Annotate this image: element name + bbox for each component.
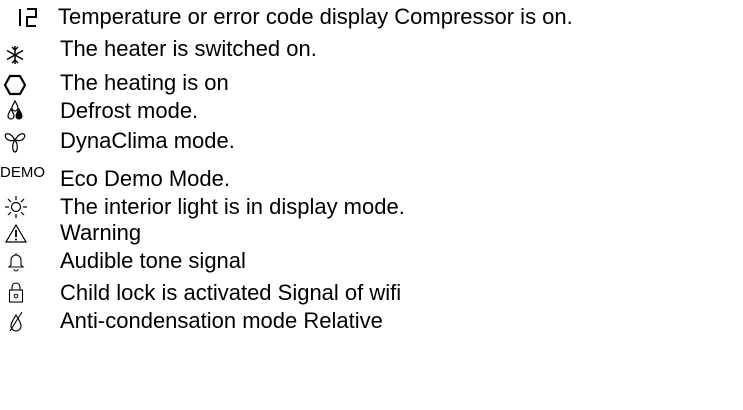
legend-text: DynaClima mode. (60, 128, 235, 153)
legend-text: Audible tone signal (60, 248, 246, 273)
demo-icon: DEMO (0, 164, 46, 194)
legend-text: Warning (60, 220, 142, 245)
legend-row-heating: The heating is on (0, 68, 743, 98)
legend-row-child-lock: Child lock is activated Signal of wifi (0, 278, 743, 308)
legend-row-heater: The heater is switched on. (0, 34, 743, 64)
droplets-icon (0, 96, 46, 126)
fan-icon (0, 126, 46, 156)
bell-icon (0, 246, 46, 276)
legend-row-warning: Warning (0, 218, 743, 248)
snowflake-icon (0, 34, 46, 64)
demo-icon-label: DEMO (0, 164, 45, 181)
padlock-icon (0, 278, 46, 308)
legend-text: The heating is on (60, 70, 229, 95)
warning-icon (0, 218, 46, 248)
legend-row-display: Temperature or error code display Compre… (0, 2, 743, 32)
anti-condensation-icon (0, 306, 46, 336)
legend-text: The heater is switched on. (60, 36, 317, 61)
heating-sun-icon (0, 68, 46, 98)
legend-row-demo: DEMO Eco Demo Mode. (0, 164, 743, 194)
legend-text: Child lock is activated Signal of wifi (60, 280, 402, 305)
legend-row-audible: Audible tone signal (0, 246, 743, 276)
legend-row-anti-condensation: Anti-condensation mode Relative (0, 306, 743, 336)
legend-text: Anti-condensation mode Relative (60, 308, 383, 333)
legend-text: Temperature or error code display Compre… (58, 4, 573, 29)
legend-row-defrost: Defrost mode. (0, 96, 743, 126)
seven-segment-digits-icon (0, 2, 46, 32)
legend-row-dynaclima: DynaClima mode. (0, 126, 743, 156)
legend-text: Eco Demo Mode. (60, 166, 230, 191)
legend-text: Defrost mode. (60, 98, 199, 123)
legend-text: The interior light is in display mode. (60, 194, 405, 219)
